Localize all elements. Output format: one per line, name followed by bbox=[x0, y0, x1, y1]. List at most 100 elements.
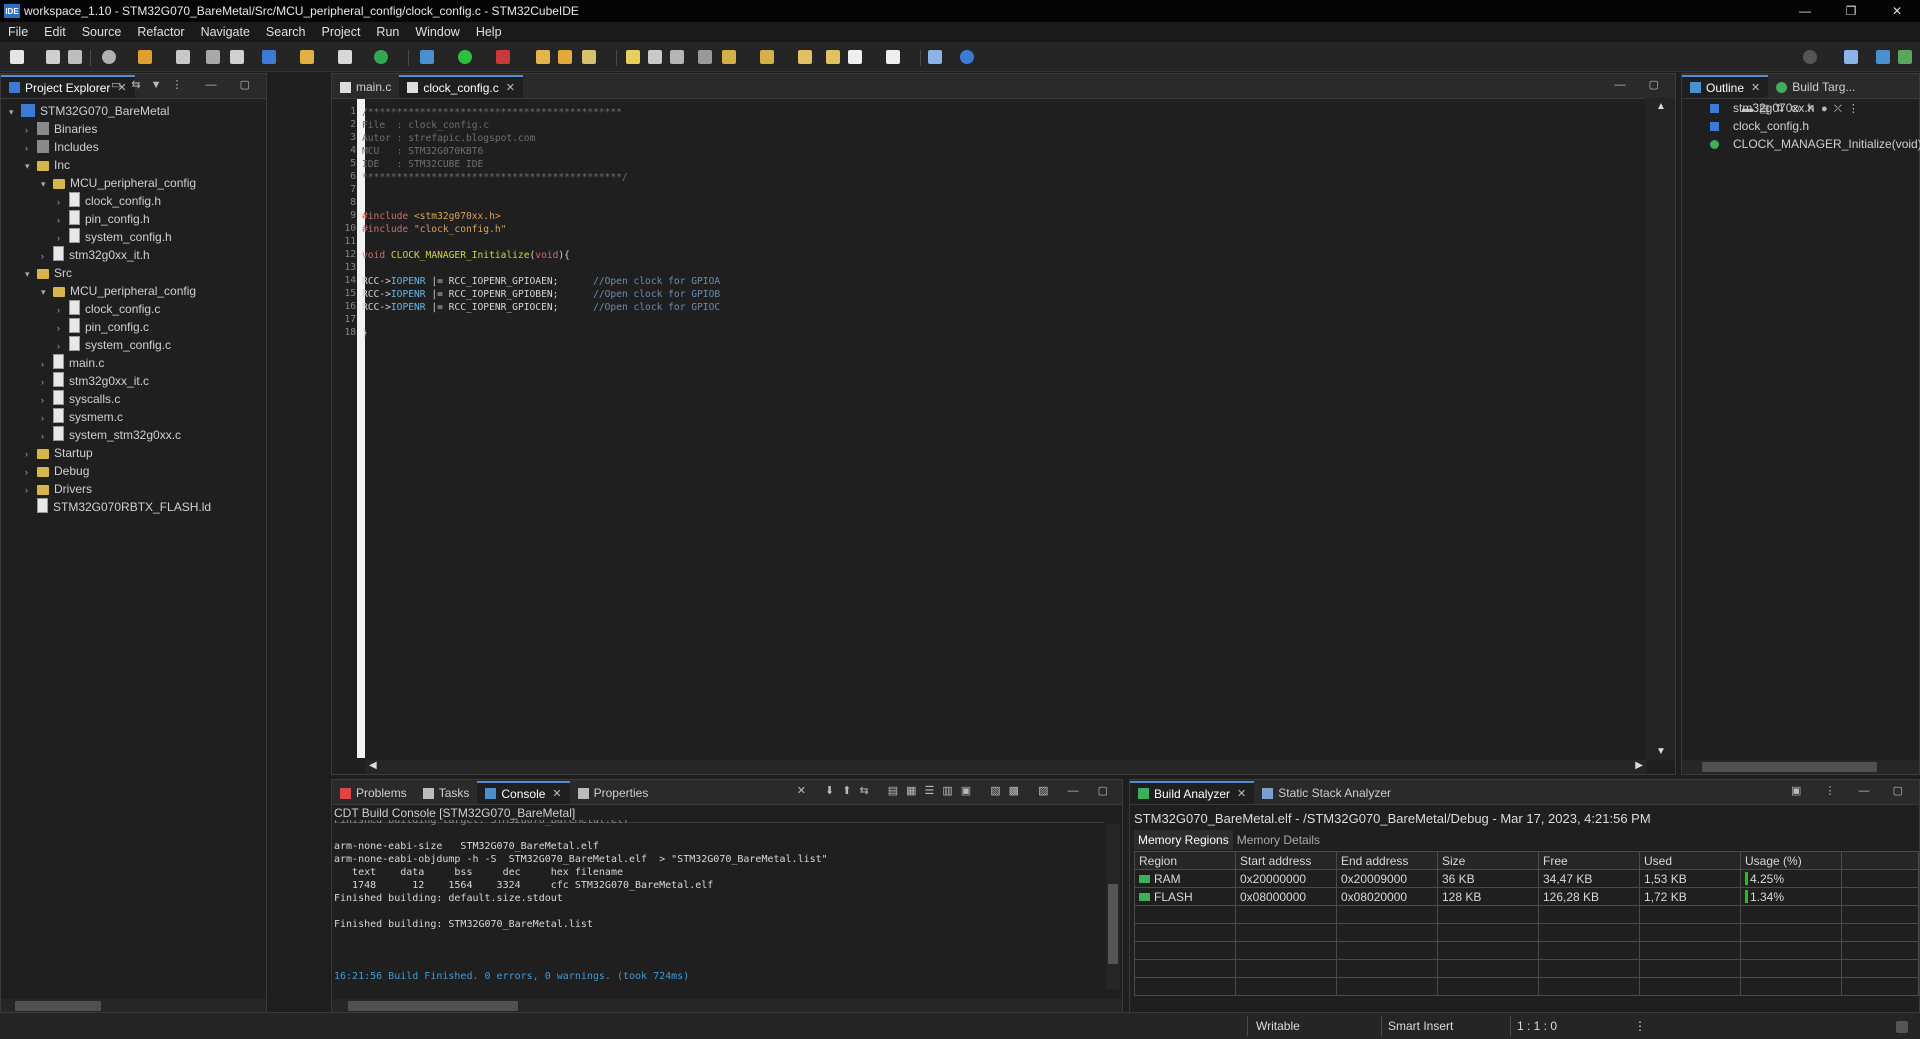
console-output[interactable]: Finished building target: STM32G070_Bare… bbox=[334, 820, 1104, 990]
close-icon[interactable]: ✕ bbox=[506, 81, 515, 94]
menu-help[interactable]: Help bbox=[468, 25, 510, 39]
horizontal-scrollbar[interactable] bbox=[1, 999, 266, 1013]
chevron-right-icon[interactable]: ▶ bbox=[1635, 760, 1643, 771]
notification-icon[interactable] bbox=[1896, 1021, 1908, 1033]
tab-main-c[interactable]: main.c bbox=[332, 76, 399, 98]
table-row[interactable]: RAM 0x20000000 0x20009000 36 KB 34,47 KB 1,53… bbox=[1134, 869, 1919, 888]
new-icon[interactable] bbox=[10, 50, 24, 64]
col-used[interactable]: Used bbox=[1639, 851, 1741, 870]
last-edit-icon[interactable] bbox=[798, 50, 812, 64]
tree-item[interactable]: STM32G070RBTX_FLASH.ld bbox=[25, 498, 211, 516]
tree-item[interactable]: › stm32g0xx_it.c bbox=[41, 372, 149, 390]
close-icon[interactable]: ✕ bbox=[1751, 81, 1760, 94]
scrollbar-thumb[interactable] bbox=[1108, 884, 1118, 964]
debug-icon[interactable] bbox=[420, 50, 434, 64]
chevron-right-icon[interactable]: › bbox=[41, 391, 53, 409]
chevron-down-icon[interactable]: ▾ bbox=[9, 103, 21, 121]
status-insert-mode[interactable]: Smart Insert bbox=[1388, 1019, 1453, 1033]
view-menu-icon[interactable]: ▭⇆▼⋮ — ▢ bbox=[111, 78, 260, 91]
menu-edit[interactable]: Edit bbox=[36, 25, 74, 39]
save-icon[interactable] bbox=[46, 50, 60, 64]
show-whitespace-icon[interactable] bbox=[670, 50, 684, 64]
gear-icon[interactable] bbox=[102, 50, 116, 64]
build-hammer-icon[interactable] bbox=[138, 50, 152, 64]
menu-refactor[interactable]: Refactor bbox=[129, 25, 192, 39]
next-annotation-icon[interactable] bbox=[722, 50, 736, 64]
tab-build-analyzer[interactable]: Build Analyzer ✕ bbox=[1130, 781, 1255, 804]
editor-min-max-icon[interactable]: — ▢ bbox=[1615, 78, 1669, 91]
horizontal-scrollbar[interactable]: ◀ ▶ bbox=[365, 760, 1647, 774]
tree-item[interactable]: ▾ Inc bbox=[25, 156, 70, 174]
external-tools-icon[interactable] bbox=[496, 50, 510, 64]
tree-item[interactable]: › clock_config.h bbox=[57, 192, 161, 210]
horizontal-scrollbar[interactable] bbox=[1682, 760, 1919, 774]
scrollbar-thumb[interactable] bbox=[1702, 762, 1877, 772]
forward-edit-icon[interactable] bbox=[826, 50, 840, 64]
minimize-button[interactable]: — bbox=[1782, 0, 1828, 22]
chevron-up-icon[interactable]: ▲ bbox=[1656, 101, 1666, 112]
tree-item[interactable]: › pin_config.c bbox=[57, 318, 149, 336]
menu-search[interactable]: Search bbox=[258, 25, 314, 39]
tab-static-stack-analyzer[interactable]: Static Stack Analyzer bbox=[1254, 782, 1399, 804]
chevron-right-icon[interactable]: › bbox=[25, 139, 37, 157]
forward-arrow-icon[interactable] bbox=[886, 50, 900, 64]
col-usage[interactable]: Usage (%) bbox=[1740, 851, 1842, 870]
prev-annotation-icon[interactable] bbox=[760, 50, 774, 64]
tree-item[interactable]: › Includes bbox=[25, 138, 99, 156]
tab-properties[interactable]: Properties bbox=[570, 782, 657, 804]
close-icon[interactable]: ✕ bbox=[1237, 787, 1246, 800]
menu-source[interactable]: Source bbox=[74, 25, 130, 39]
tree-item[interactable]: › system_stm32g0xx.c bbox=[41, 426, 181, 444]
tree-item[interactable]: ▾ Src bbox=[25, 264, 72, 282]
analyzer-toolbar[interactable]: ▣ ⋮ — ▢ bbox=[1791, 784, 1913, 797]
tree-item[interactable]: › Drivers bbox=[25, 480, 92, 498]
chevron-right-icon[interactable]: › bbox=[41, 373, 53, 391]
chevron-right-icon[interactable]: › bbox=[25, 121, 37, 139]
tree-item[interactable]: › sysmem.c bbox=[41, 408, 123, 426]
scrollbar-thumb[interactable] bbox=[15, 1001, 101, 1011]
mark-occurrences-icon[interactable] bbox=[626, 50, 640, 64]
col-start-address[interactable]: Start address bbox=[1235, 851, 1337, 870]
tree-item[interactable]: ▾ MCU_peripheral_config bbox=[41, 282, 196, 300]
code-area[interactable]: 1 2 3 4 5 6 7 8 9 10 11 12 13 14 15 16 17 18 /***********… bbox=[332, 98, 1644, 760]
chevron-down-icon[interactable]: ▼ bbox=[1656, 746, 1666, 757]
menu-project[interactable]: Project bbox=[314, 25, 369, 39]
console-toolbar[interactable]: ✕ ⬇⬆⇆ ▤▦☰▥▣ ▧▩ ▨ — ▢ bbox=[797, 784, 1116, 797]
tree-item[interactable]: › clock_config.c bbox=[57, 300, 160, 318]
new-file-icon[interactable] bbox=[338, 50, 352, 64]
outline-item[interactable]: CLOCK_MANAGER_Initialize(void) : bbox=[1710, 135, 1920, 153]
chevron-right-icon[interactable]: › bbox=[41, 427, 53, 445]
block-select-icon[interactable] bbox=[648, 50, 662, 64]
save-all-icon[interactable] bbox=[68, 50, 82, 64]
scrollbar-thumb[interactable] bbox=[348, 1001, 518, 1011]
debug-perspective-icon[interactable] bbox=[1898, 50, 1912, 64]
menu-navigate[interactable]: Navigate bbox=[193, 25, 258, 39]
open-resource-icon[interactable] bbox=[558, 50, 572, 64]
open-folder-icon[interactable] bbox=[300, 50, 314, 64]
col-free[interactable]: Free bbox=[1538, 851, 1640, 870]
table-row[interactable]: FLASH 0x08000000 0x08020000 128 KB 126,28 KB… bbox=[1134, 887, 1919, 906]
subtab-memory-regions[interactable]: Memory Regions bbox=[1134, 830, 1233, 850]
terminal-icon[interactable] bbox=[230, 50, 244, 64]
chevron-right-icon[interactable]: › bbox=[41, 409, 53, 427]
device-config-icon[interactable] bbox=[176, 50, 190, 64]
vertical-scrollbar[interactable] bbox=[1106, 824, 1120, 989]
status-menu-icon[interactable]: ⋮ bbox=[1634, 1019, 1646, 1033]
horizontal-scrollbar[interactable] bbox=[332, 999, 1122, 1013]
chevron-right-icon[interactable]: › bbox=[57, 301, 69, 319]
pilcrow-icon[interactable] bbox=[698, 50, 712, 64]
tree-item[interactable]: › system_config.c bbox=[57, 336, 171, 354]
chevron-right-icon[interactable]: › bbox=[57, 229, 69, 247]
tree-item[interactable]: › syscalls.c bbox=[41, 390, 120, 408]
tree-item[interactable]: › Startup bbox=[25, 444, 93, 462]
tab-build-targets[interactable]: Build Targ... bbox=[1768, 76, 1863, 98]
menu-run[interactable]: Run bbox=[368, 25, 407, 39]
chevron-down-icon[interactable]: ▾ bbox=[25, 265, 37, 283]
chevron-right-icon[interactable]: › bbox=[57, 319, 69, 337]
info-icon[interactable] bbox=[960, 50, 974, 64]
chevron-down-icon[interactable]: ▾ bbox=[25, 157, 37, 175]
tree-item[interactable]: › pin_config.h bbox=[57, 210, 150, 228]
tree-item[interactable]: ▾ STM32G070_BareMetal bbox=[9, 102, 169, 120]
open-perspective-icon[interactable] bbox=[1844, 50, 1858, 64]
chevron-right-icon[interactable]: › bbox=[25, 463, 37, 481]
